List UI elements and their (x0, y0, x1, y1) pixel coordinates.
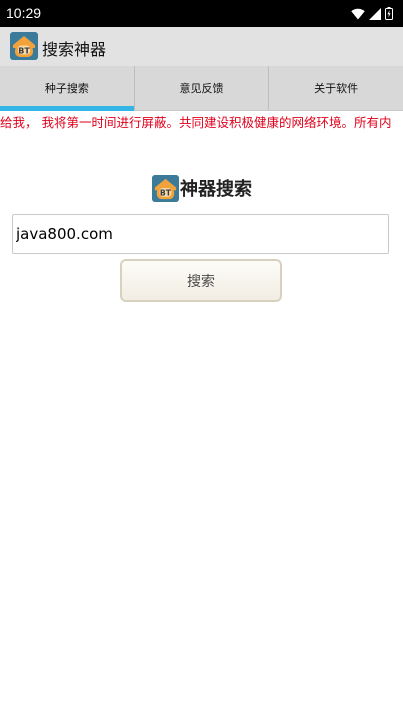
bt-logo-icon: BT (10, 32, 38, 60)
battery-icon (385, 7, 393, 20)
bt-logo-icon: BT (152, 174, 179, 202)
tab-about[interactable]: 关于软件 (268, 66, 403, 110)
cell-signal-icon (369, 7, 381, 20)
tab-torrent-search[interactable]: 种子搜索 (0, 66, 134, 111)
status-icons (351, 5, 393, 22)
tab-label: 关于软件 (314, 82, 359, 95)
search-button[interactable]: 搜索 (120, 259, 282, 302)
status-bar: 10:29 (0, 0, 403, 27)
notice-text: 给我， 我将第一时间进行屏蔽。共同建设积极健康的网络环境。所有内 (0, 115, 392, 129)
app-bar: BT 搜索神器 (0, 27, 403, 66)
bt-logo-text: BT (160, 188, 172, 197)
search-heading: BT 神器搜索 (152, 174, 252, 202)
tab-feedback[interactable]: 意见反馈 (133, 66, 269, 110)
wifi-icon (351, 8, 365, 19)
bt-logo-text: BT (18, 47, 30, 56)
search-heading-title: 神器搜索 (180, 179, 252, 200)
status-time: 10:29 (6, 5, 42, 21)
tab-bar: 种子搜索 意见反馈 关于软件 (0, 66, 403, 111)
search-input[interactable] (12, 214, 389, 254)
notice-marquee: 给我， 我将第一时间进行屏蔽。共同建设积极健康的网络环境。所有内 (0, 111, 403, 129)
tab-label: 意见反馈 (179, 82, 224, 95)
tab-label: 种子搜索 (44, 82, 89, 95)
app-title: 搜索神器 (42, 40, 107, 59)
